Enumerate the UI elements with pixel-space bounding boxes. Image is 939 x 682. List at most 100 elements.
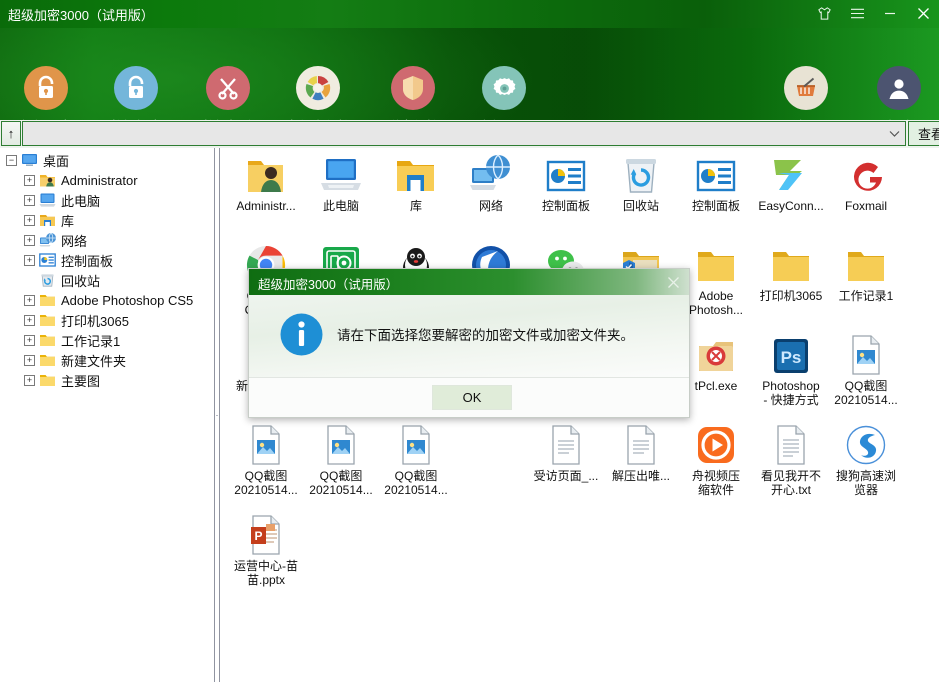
folder-icon bbox=[754, 242, 828, 286]
tree-node[interactable]: +库 bbox=[0, 210, 214, 230]
computer-icon bbox=[304, 152, 378, 196]
close-icon[interactable] bbox=[663, 272, 683, 292]
file-item[interactable]: 舟视频压 缩软件 bbox=[679, 422, 753, 497]
file-item-label: 看见我开不 开心.txt bbox=[754, 469, 828, 497]
close-icon[interactable] bbox=[913, 3, 933, 23]
file-item[interactable]: 网络 bbox=[454, 152, 528, 213]
library-icon bbox=[39, 212, 56, 228]
user-folder-icon bbox=[39, 172, 56, 188]
tree-node-label: 库 bbox=[61, 211, 74, 230]
image-file-icon bbox=[229, 422, 303, 466]
foxmail-icon bbox=[829, 152, 903, 196]
file-item[interactable]: Administr... bbox=[229, 152, 303, 213]
tree-node[interactable]: +新建文件夹 bbox=[0, 350, 214, 370]
tree-node[interactable]: + Administrator bbox=[0, 170, 214, 190]
window-controls bbox=[814, 3, 933, 23]
file-item[interactable]: 受访页面_... bbox=[529, 422, 603, 483]
file-item-label: 解压出唯... bbox=[604, 469, 678, 483]
tree-node[interactable]: +主要图 bbox=[0, 370, 214, 390]
file-item[interactable]: QQ截图 20210514... bbox=[829, 332, 903, 407]
file-item[interactable]: Adobe Photosh... bbox=[679, 242, 753, 317]
expand-icon[interactable]: + bbox=[24, 295, 35, 306]
scissors-icon bbox=[206, 66, 250, 110]
file-item[interactable]: 库 bbox=[379, 152, 453, 213]
collapse-icon[interactable]: − bbox=[6, 155, 17, 166]
expand-icon[interactable]: + bbox=[24, 355, 35, 366]
expand-icon[interactable]: + bbox=[24, 335, 35, 346]
gear-icon bbox=[482, 66, 526, 110]
tree-node-label: 打印机3065 bbox=[61, 311, 129, 330]
shirt-icon[interactable] bbox=[814, 3, 834, 23]
pptx-file-icon: P bbox=[229, 512, 303, 556]
expand-icon[interactable]: + bbox=[24, 175, 35, 186]
tree-node[interactable]: + Adobe Photoshop CS5 bbox=[0, 290, 214, 310]
ok-button[interactable]: OK bbox=[432, 385, 512, 410]
expand-icon[interactable]: + bbox=[24, 255, 35, 266]
application-window: 超级加密3000（试用版） bbox=[0, 0, 939, 682]
tree-node[interactable]: −桌面 bbox=[0, 150, 214, 170]
file-item-label: 打印机3065 bbox=[754, 289, 828, 303]
file-item-label: QQ截图 20210514... bbox=[229, 469, 303, 497]
unlock-blue-icon bbox=[114, 66, 158, 110]
file-item[interactable]: 控制面板 bbox=[679, 152, 753, 213]
expand-icon[interactable]: + bbox=[24, 375, 35, 386]
dialog-footer: OK bbox=[249, 377, 689, 417]
easyconnect-icon bbox=[754, 152, 828, 196]
file-item[interactable]: tPcl.exe bbox=[679, 332, 753, 393]
tpcl-icon bbox=[679, 332, 753, 376]
file-item[interactable]: EasyConn... bbox=[754, 152, 828, 213]
file-item-label: Foxmail bbox=[829, 199, 903, 213]
tree-node[interactable]: 回收站 bbox=[0, 270, 214, 290]
file-item[interactable]: QQ截图 20210514... bbox=[304, 422, 378, 497]
file-item[interactable]: P运营中心-苗 苗.pptx bbox=[229, 512, 303, 587]
tree-node-label: Adobe Photoshop CS5 bbox=[61, 293, 193, 308]
menu-icon[interactable] bbox=[847, 3, 867, 23]
image-file-icon bbox=[829, 332, 903, 376]
file-item[interactable]: 解压出唯... bbox=[604, 422, 678, 483]
view-button[interactable]: 查看 bbox=[908, 121, 939, 146]
file-item[interactable]: 回收站 bbox=[604, 152, 678, 213]
file-item-label: 控制面板 bbox=[679, 199, 753, 213]
file-item-label: Photoshop - 快捷方式 bbox=[754, 379, 828, 407]
minimize-icon[interactable] bbox=[880, 3, 900, 23]
file-item-label: QQ截图 20210514... bbox=[304, 469, 378, 497]
file-item[interactable]: 控制面板 bbox=[529, 152, 603, 213]
pane-splitter[interactable] bbox=[214, 148, 220, 682]
dialog-body: 请在下面选择您要解密的加密文件或加密文件夹。 bbox=[249, 295, 689, 377]
expand-icon[interactable]: + bbox=[24, 235, 35, 246]
file-item-label: 工作记录1 bbox=[829, 289, 903, 303]
tree-node[interactable]: + 打印机3065 bbox=[0, 310, 214, 330]
file-item[interactable]: QQ截图 20210514... bbox=[379, 422, 453, 497]
file-item[interactable]: 工作记录1 bbox=[829, 242, 903, 303]
expand-icon[interactable]: + bbox=[24, 315, 35, 326]
info-icon bbox=[280, 313, 323, 356]
expand-icon[interactable]: + bbox=[24, 195, 35, 206]
file-item[interactable]: PsPhotoshop - 快捷方式 bbox=[754, 332, 828, 407]
network-icon bbox=[454, 152, 528, 196]
folder-icon bbox=[829, 242, 903, 286]
path-field[interactable] bbox=[22, 121, 906, 146]
video-orange-icon bbox=[679, 422, 753, 466]
file-item[interactable]: 看见我开不 开心.txt bbox=[754, 422, 828, 497]
expand-icon[interactable]: + bbox=[24, 215, 35, 226]
tree-node[interactable]: +此电脑 bbox=[0, 190, 214, 210]
control-panel-icon bbox=[529, 152, 603, 196]
file-item[interactable]: 此电脑 bbox=[304, 152, 378, 213]
folder-icon bbox=[39, 372, 56, 388]
file-item[interactable]: 打印机3065 bbox=[754, 242, 828, 303]
tree-node[interactable]: +网络 bbox=[0, 230, 214, 250]
file-item[interactable]: Foxmail bbox=[829, 152, 903, 213]
tree-node-label: 工作记录1 bbox=[61, 331, 120, 350]
folder-icon bbox=[39, 332, 56, 348]
tree-node-label: 回收站 bbox=[61, 271, 100, 290]
chevron-down-icon[interactable] bbox=[883, 122, 905, 145]
tree-node-label: Administrator bbox=[61, 173, 138, 188]
tree-node[interactable]: + 工作记录1 bbox=[0, 330, 214, 350]
tree-node[interactable]: +控制面板 bbox=[0, 250, 214, 270]
file-item-label: tPcl.exe bbox=[679, 379, 753, 393]
folder-tree: −桌面+Administrator+此电脑+库+网络+控制面板回收站+Adobe… bbox=[0, 148, 214, 682]
file-item-label: 此电脑 bbox=[304, 199, 378, 213]
up-button[interactable]: ↑ bbox=[1, 121, 21, 146]
file-item[interactable]: 搜狗高速浏 览器 bbox=[829, 422, 903, 497]
file-item[interactable]: QQ截图 20210514... bbox=[229, 422, 303, 497]
